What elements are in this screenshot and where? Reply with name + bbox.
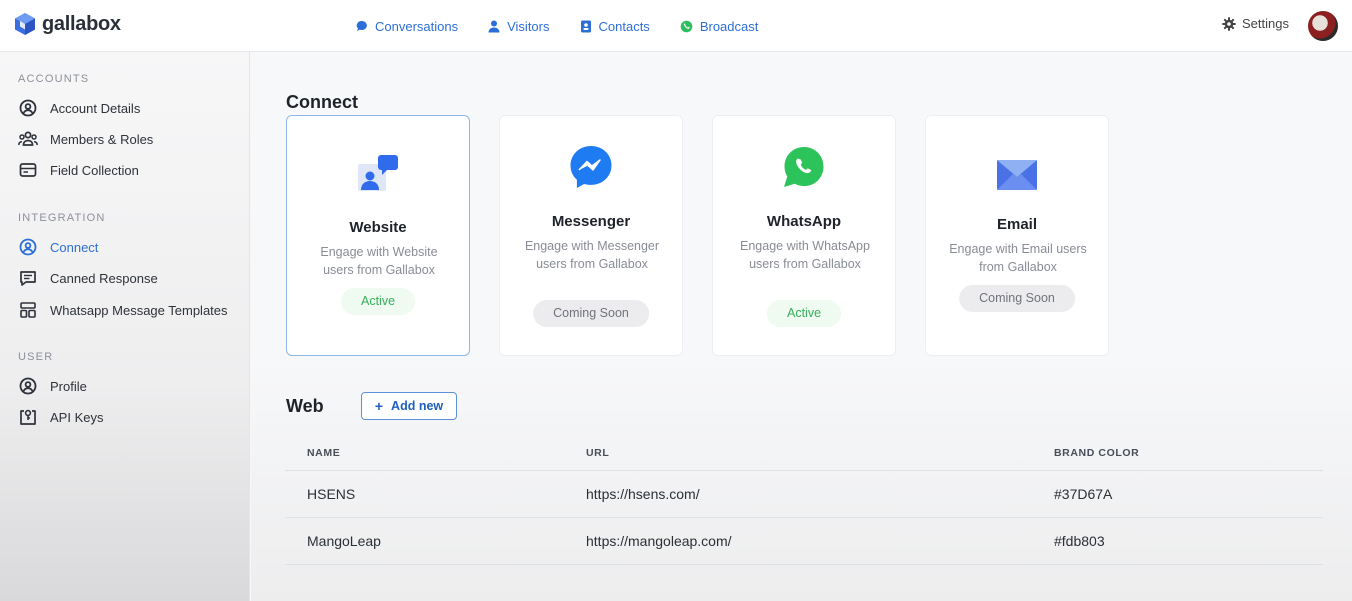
section-title-user: USER	[18, 351, 54, 363]
cell-name: HSENS	[307, 486, 356, 502]
sidebar-item-label: Profile	[50, 378, 87, 394]
messenger-icon	[500, 145, 682, 189]
card-title: Messenger	[551, 213, 631, 230]
cell-url[interactable]: https://mangoleap.com/	[586, 533, 732, 549]
add-new-label: Add new	[391, 399, 444, 413]
nav-contacts[interactable]: Contacts	[580, 19, 650, 34]
add-new-button[interactable]: + Add new	[361, 392, 457, 420]
column-header-url: URL	[586, 447, 610, 459]
cell-url[interactable]: https://hsens.com/	[586, 486, 700, 502]
gallabox-cube-icon	[15, 13, 35, 35]
user-circle-icon	[18, 376, 38, 396]
contact-card-icon	[580, 20, 591, 32]
card-title: Website	[349, 219, 407, 236]
website-chat-icon	[287, 154, 469, 194]
sidebar-item-canned-response[interactable]: Canned Response	[18, 268, 158, 288]
whatsapp-icon	[713, 145, 895, 189]
nav-label: Visitors	[507, 18, 550, 34]
template-icon	[18, 300, 38, 320]
channel-card-messenger[interactable]: Messenger Engage with Messenger users fr…	[499, 115, 683, 356]
status-badge: Coming Soon	[533, 300, 649, 327]
nav-broadcast[interactable]: Broadcast	[680, 18, 759, 34]
sidebar-item-connect[interactable]: Connect	[18, 237, 98, 257]
user-circle-icon	[18, 98, 38, 118]
table-bottom-border	[285, 564, 1323, 565]
person-icon	[488, 20, 500, 32]
status-badge: Active	[340, 288, 416, 315]
plus-icon: +	[374, 398, 384, 414]
cell-brand-color: #fdb803	[1054, 533, 1105, 549]
section-title-accounts: ACCOUNTS	[18, 73, 90, 85]
channel-card-whatsapp[interactable]: WhatsApp Engage with WhatsApp users from…	[712, 115, 896, 356]
sidebar-item-profile[interactable]: Profile	[18, 376, 87, 396]
status-badge: Active	[766, 300, 842, 327]
main-content: Connect Website Engage with Website user…	[251, 52, 1352, 601]
card-title: Email	[996, 216, 1038, 233]
nav-conversations[interactable]: Conversations	[356, 19, 458, 34]
sidebar-item-label: Account Details	[50, 100, 141, 116]
card-description: Engage with Email users from Gallabox	[949, 242, 1087, 274]
column-header-name: NAME	[307, 447, 341, 459]
sidebar: ACCOUNTS Account Details Members & Roles…	[0, 52, 250, 601]
channel-card-website[interactable]: Website Engage with Website users from G…	[286, 115, 470, 356]
nav-label: Conversations	[375, 18, 459, 34]
card-title: WhatsApp	[766, 213, 842, 230]
table-row[interactable]: HSENS https://hsens.com/ #37D67A	[285, 470, 1323, 517]
avatar[interactable]	[1308, 11, 1338, 41]
nav-label: Broadcast	[699, 18, 759, 34]
sidebar-item-whatsapp-templates[interactable]: Whatsapp Message Templates	[18, 300, 228, 320]
connect-heading: Connect	[286, 92, 358, 112]
channel-card-email[interactable]: Email Engage with Email users from Galla…	[925, 115, 1109, 356]
settings-label: Settings	[1242, 16, 1289, 31]
sidebar-item-members-roles[interactable]: Members & Roles	[18, 129, 153, 149]
message-icon	[18, 268, 38, 288]
form-icon	[18, 160, 38, 180]
sidebar-item-label: API Keys	[50, 409, 104, 425]
key-box-icon	[18, 407, 38, 427]
sidebar-item-label: Members & Roles	[50, 131, 154, 147]
sidebar-item-label: Connect	[50, 239, 99, 255]
table-row[interactable]: MangoLeap https://mangoleap.com/ #fdb803	[285, 517, 1323, 564]
top-bar: gallabox Conversations Visitors Contacts…	[0, 0, 1352, 52]
sidebar-item-account-details[interactable]: Account Details	[18, 98, 140, 118]
whatsapp-icon	[680, 20, 693, 32]
logo[interactable]: gallabox	[14, 12, 121, 36]
section-title-integration: INTEGRATION	[18, 212, 106, 224]
cell-brand-color: #37D67A	[1054, 486, 1113, 502]
card-description: Engage with WhatsApp users from Gallabox	[740, 239, 870, 271]
chat-bubble-icon	[356, 20, 367, 31]
sidebar-item-api-keys[interactable]: API Keys	[18, 407, 103, 427]
card-description: Engage with Messenger users from Gallabo…	[524, 239, 660, 271]
nav-visitors[interactable]: Visitors	[488, 18, 550, 34]
card-description: Engage with Website users from Gallabox	[320, 245, 438, 277]
status-badge: Coming Soon	[959, 285, 1075, 312]
sidebar-item-label: Whatsapp Message Templates	[50, 302, 228, 318]
app-name: gallabox	[42, 12, 121, 35]
user-circle-icon	[18, 237, 38, 257]
gear-icon	[1222, 16, 1236, 31]
main-nav: Conversations Visitors Contacts Broadcas…	[356, 0, 758, 52]
sidebar-item-field-collection[interactable]: Field Collection	[18, 160, 139, 180]
column-header-brand-color: BRAND COLOR	[1054, 447, 1140, 459]
nav-label: Contacts	[598, 18, 650, 34]
users-group-icon	[18, 129, 38, 149]
envelope-icon	[926, 159, 1108, 191]
sidebar-item-label: Field Collection	[50, 162, 139, 178]
sidebar-item-label: Canned Response	[50, 270, 158, 286]
cell-name: MangoLeap	[307, 533, 381, 549]
web-heading: Web	[286, 396, 324, 416]
settings-link[interactable]: Settings	[1222, 16, 1289, 31]
